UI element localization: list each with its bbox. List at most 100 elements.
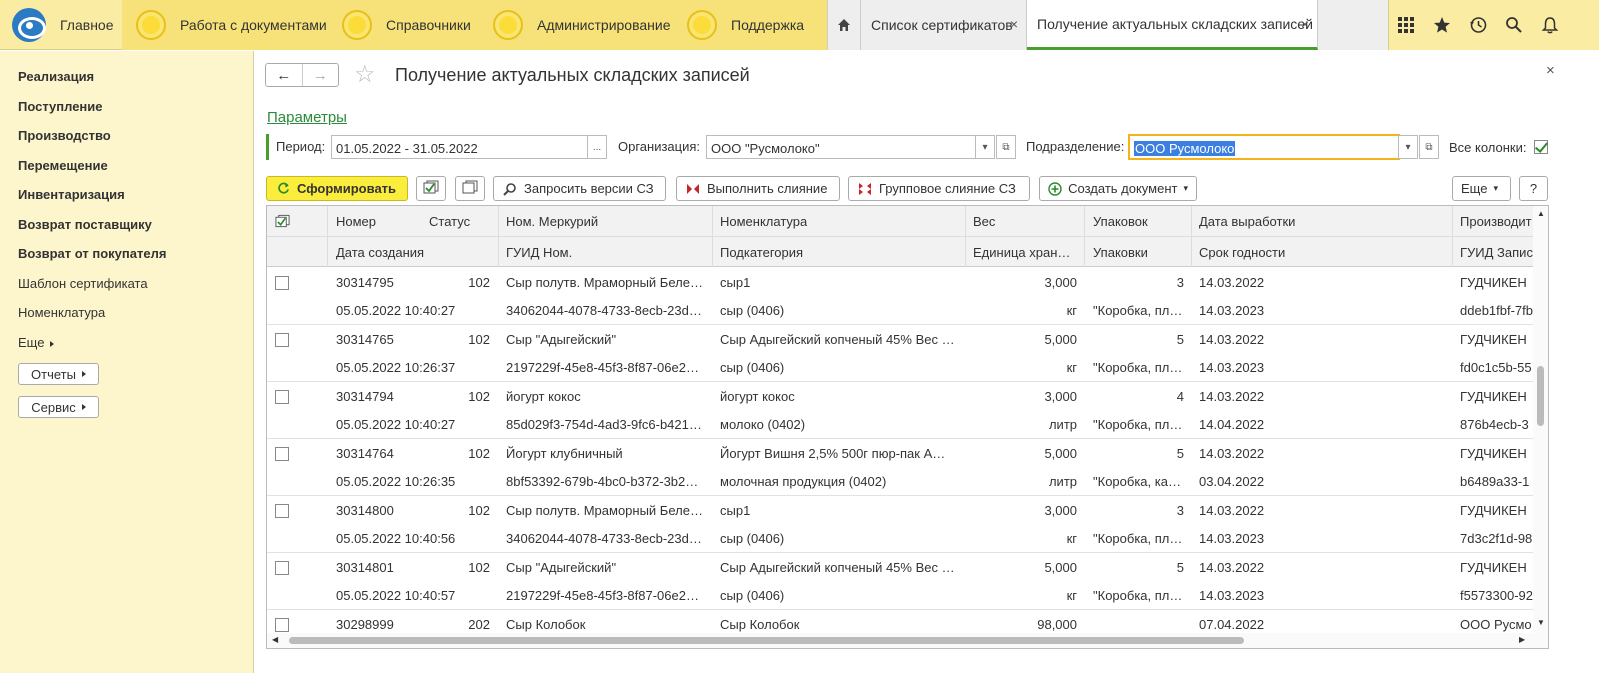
col-expiry[interactable]: Срок годности	[1199, 245, 1285, 260]
scroll-right-icon[interactable]: ▶	[1519, 635, 1525, 644]
params-link[interactable]: Параметры	[267, 109, 347, 126]
cell-packs[interactable]: 3	[1093, 503, 1184, 518]
cell-packs[interactable]: 5	[1093, 332, 1184, 347]
cell-status[interactable]: 102	[427, 389, 490, 404]
horizontal-scroll-thumb[interactable]	[289, 637, 1244, 644]
close-tab-icon[interactable]: ×	[1301, 16, 1309, 32]
cell-weight[interactable]: 3,000	[973, 503, 1077, 518]
all-columns-checkbox[interactable]	[1534, 140, 1548, 154]
cell-created[interactable]: 05.05.2022 10:40:27	[336, 303, 496, 318]
cell-prod-date[interactable]: 14.03.2022	[1199, 503, 1439, 518]
cell-weight[interactable]: 98,000	[973, 617, 1077, 632]
vertical-scroll-thumb[interactable]	[1537, 366, 1544, 426]
check-all-button[interactable]	[416, 176, 446, 201]
sidebar-item-cert-template[interactable]: Шаблон сертификата	[18, 276, 148, 291]
star-icon[interactable]	[1430, 13, 1454, 37]
request-versions-button[interactable]: Запросить версии СЗ	[493, 176, 666, 201]
period-select-button[interactable]: ...	[587, 135, 607, 159]
cell-unit[interactable]: кг	[973, 360, 1077, 375]
scroll-left-icon[interactable]: ◀	[272, 635, 278, 644]
cell-expiry[interactable]: 14.03.2023	[1199, 588, 1439, 603]
cell-pack[interactable]: "Коробка, пл…	[1093, 417, 1184, 432]
cell-nom[interactable]: Сыр Колобок	[720, 617, 960, 632]
cell-expiry[interactable]: 14.03.2023	[1199, 303, 1439, 318]
cell-unit[interactable]: литр	[973, 417, 1077, 432]
horizontal-scrollbar[interactable]: ◀ ▶	[267, 633, 1533, 648]
cell-num[interactable]: 30314794	[336, 389, 416, 404]
cell-subcat[interactable]: сыр (0406)	[720, 303, 960, 318]
cell-created[interactable]: 05.05.2022 10:40:27	[336, 417, 496, 432]
uncheck-all-button[interactable]	[455, 176, 485, 201]
cell-weight[interactable]: 5,000	[973, 446, 1077, 461]
close-tab-icon[interactable]: ×	[1010, 16, 1018, 32]
period-field[interactable]: 01.05.2022 - 31.05.2022	[331, 135, 588, 159]
cell-guid[interactable]: 2197229f-45e8-45f3-8f87-06e2…	[506, 360, 706, 375]
cell-packs[interactable]: 3	[1093, 275, 1184, 290]
col-nomenclature[interactable]: Номенклатура	[720, 214, 807, 229]
favorite-star-icon[interactable]: ☆	[354, 62, 376, 88]
forward-arrow-icon[interactable]: →	[303, 64, 339, 86]
scroll-up-icon[interactable]: ▲	[1537, 209, 1545, 218]
cell-num[interactable]: 30314800	[336, 503, 416, 518]
cell-prod-date[interactable]: 14.03.2022	[1199, 332, 1439, 347]
section-support[interactable]: Поддержка	[687, 0, 804, 50]
cell-rec-guid[interactable]: 876b4ecb-3	[1460, 417, 1533, 432]
cell-nom[interactable]: сыр1	[720, 275, 960, 290]
tab-stock-records[interactable]: Получение актуальных складских записей ×	[1027, 0, 1318, 50]
cell-merc[interactable]: Сыр "Адыгейский"	[506, 332, 706, 347]
col-weight[interactable]: Вес	[973, 214, 995, 229]
cell-weight[interactable]: 3,000	[973, 275, 1077, 290]
row-checkbox[interactable]	[275, 390, 289, 404]
section-administration[interactable]: Администрирование	[493, 0, 671, 50]
cell-rec-guid[interactable]: f5573300-92	[1460, 588, 1533, 603]
org-dropdown-button[interactable]: ▾	[975, 135, 995, 159]
org-field[interactable]: ООО "Русмолоко"	[706, 135, 976, 159]
cell-status[interactable]: 102	[427, 275, 490, 290]
cell-merc[interactable]: йогурт кокос	[506, 389, 706, 404]
help-button[interactable]: ?	[1519, 176, 1548, 201]
generate-button[interactable]: Сформировать	[266, 176, 408, 201]
cell-guid[interactable]: 2197229f-45e8-45f3-8f87-06e2…	[506, 588, 706, 603]
cell-expiry[interactable]: 14.04.2022	[1199, 417, 1439, 432]
sidebar-item-sales[interactable]: Реализация	[18, 69, 94, 84]
cell-prod-date[interactable]: 07.04.2022	[1199, 617, 1439, 632]
cell-packs[interactable]: 5	[1093, 446, 1184, 461]
tab-certificates-list[interactable]: Список сертификатов ×	[861, 0, 1027, 50]
cell-prod-date[interactable]: 14.03.2022	[1199, 275, 1439, 290]
sidebar-item-inventory[interactable]: Инвентаризация	[18, 187, 125, 202]
cell-prod-date[interactable]: 14.03.2022	[1199, 560, 1439, 575]
cell-guid[interactable]: 8bf53392-679b-4bc0-b372-3b2…	[506, 474, 706, 489]
cell-weight[interactable]: 5,000	[973, 560, 1077, 575]
search-icon[interactable]	[1502, 13, 1526, 37]
cell-pack[interactable]: "Коробка, пл…	[1093, 531, 1184, 546]
close-form-icon[interactable]: ×	[1546, 62, 1555, 79]
cell-merc[interactable]: Йогурт клубничный	[506, 446, 706, 461]
cell-rec-guid[interactable]: ddeb1fbf-7fb	[1460, 303, 1533, 318]
dept-dropdown-button[interactable]: ▾	[1398, 135, 1418, 159]
col-packs[interactable]: Упаковок	[1093, 214, 1148, 229]
create-document-button[interactable]: Создать документ ▾	[1039, 176, 1197, 201]
col-record-guid[interactable]: ГУИД Запис	[1460, 245, 1533, 260]
cell-status[interactable]: 102	[427, 446, 490, 461]
col-status[interactable]: Статус	[429, 214, 470, 229]
main-section-link[interactable]: Главное	[60, 17, 114, 33]
col-storage-unit[interactable]: Единица хран…	[973, 245, 1077, 260]
cell-created[interactable]: 05.05.2022 10:26:37	[336, 360, 496, 375]
dept-field[interactable]: ООО Русмолоко	[1128, 134, 1400, 160]
apps-grid-icon[interactable]	[1394, 13, 1418, 37]
row-checkbox[interactable]	[275, 504, 289, 518]
cell-unit[interactable]: кг	[973, 303, 1077, 318]
cell-num[interactable]: 30314764	[336, 446, 416, 461]
sidebar-item-nomenclature[interactable]: Номенклатура	[18, 305, 105, 320]
merge-button[interactable]: Выполнить слияние	[676, 176, 840, 201]
cell-rec-guid[interactable]: 7d3c2f1d-98	[1460, 531, 1533, 546]
cell-subcat[interactable]: молоко (0402)	[720, 417, 960, 432]
row-checkbox[interactable]	[275, 447, 289, 461]
history-icon[interactable]	[1466, 13, 1490, 37]
col-production-date[interactable]: Дата выработки	[1199, 214, 1295, 229]
sidebar-item-customer-return[interactable]: Возврат от покупателя	[18, 246, 166, 261]
sidebar-item-more[interactable]: Еще	[18, 335, 55, 350]
cell-status[interactable]: 102	[427, 332, 490, 347]
cell-weight[interactable]: 3,000	[973, 389, 1077, 404]
col-nom-guid[interactable]: ГУИД Ном.	[506, 245, 572, 260]
